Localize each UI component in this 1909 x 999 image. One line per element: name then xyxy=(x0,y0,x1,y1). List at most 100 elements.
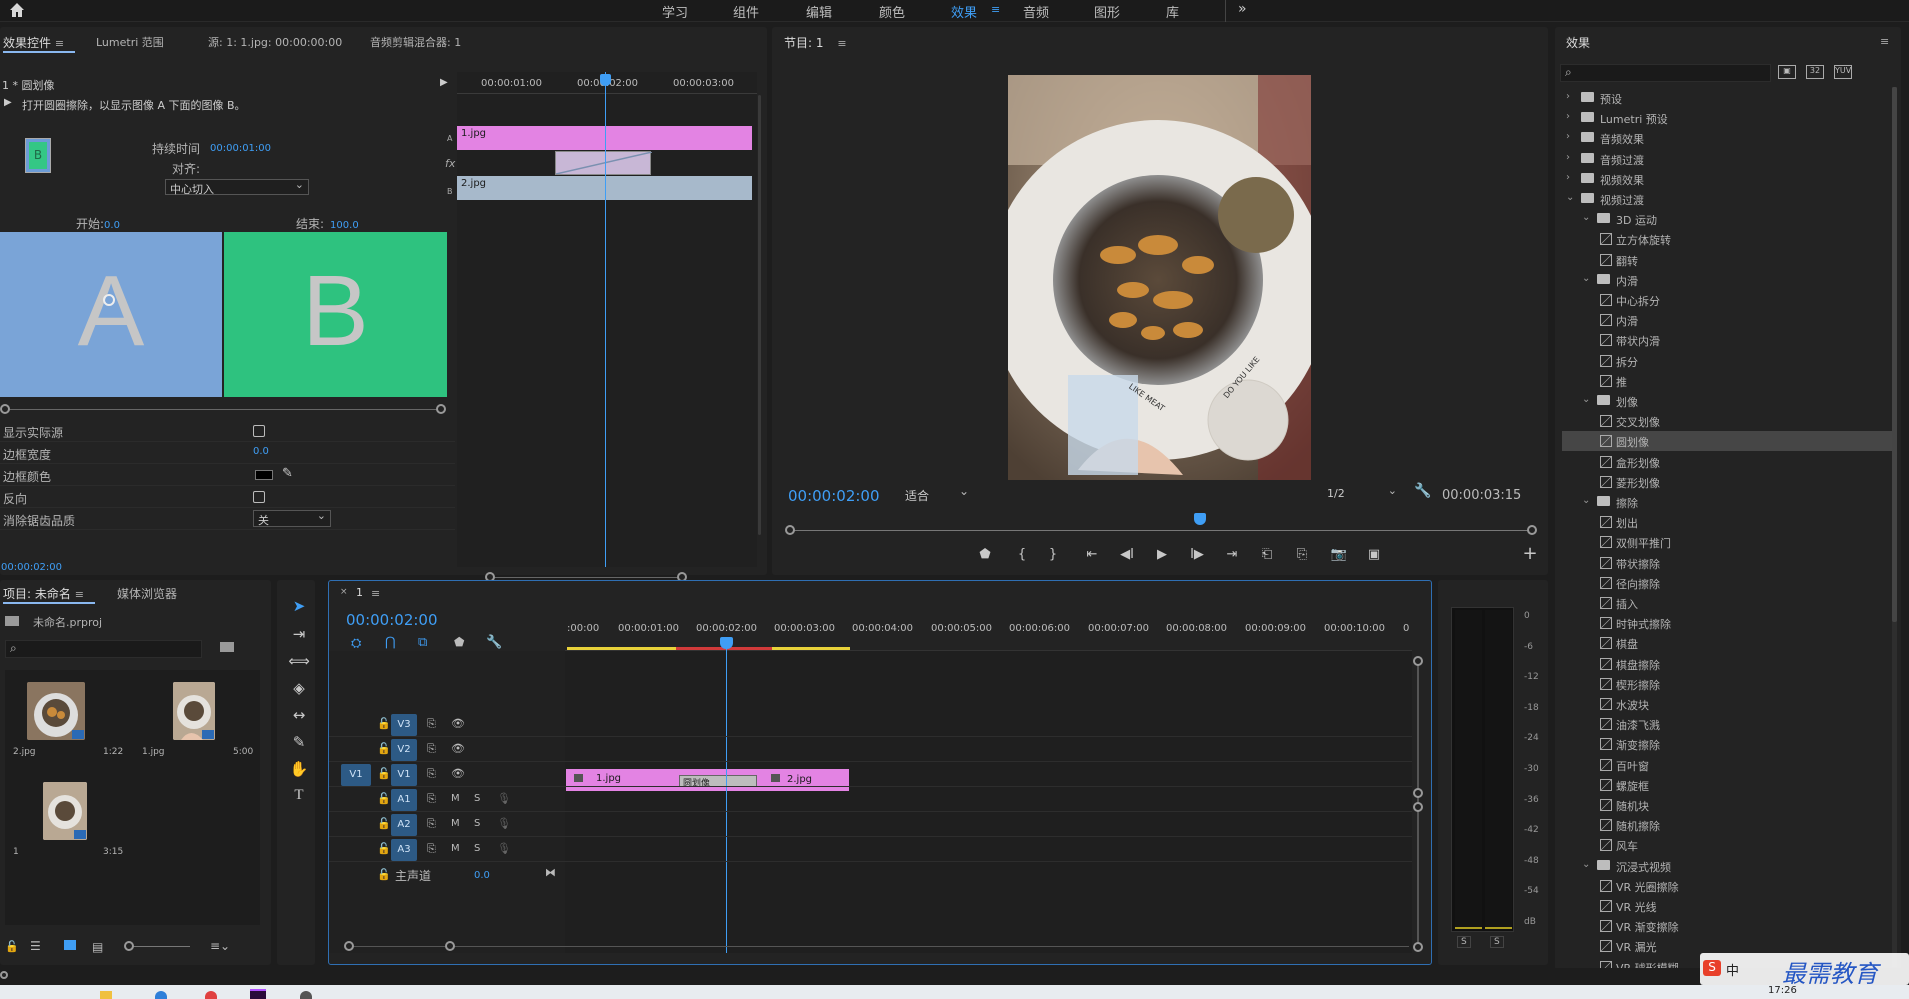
mute-button[interactable]: M xyxy=(451,793,460,804)
track-lock-icon[interactable]: 🔓 xyxy=(377,742,391,755)
start-value[interactable]: 0.0 xyxy=(104,220,120,231)
microphone-icon[interactable]: 🎙 xyxy=(497,842,511,855)
slip-tool-icon[interactable]: ↔ xyxy=(287,706,311,728)
effects-tree-item[interactable]: 水波块 xyxy=(1562,694,1892,714)
preview-a[interactable]: A xyxy=(0,232,222,397)
play-transition-button[interactable]: ▶ xyxy=(440,77,448,88)
taskbar-app-icon[interactable] xyxy=(205,991,217,999)
effects-tree-item[interactable]: ⌄ 沉浸式视频 xyxy=(1562,856,1892,876)
extract-icon[interactable]: ⎘ xyxy=(1292,547,1312,562)
effects-tree-item[interactable]: ⌄ 擦除 xyxy=(1562,492,1892,512)
sort-icon[interactable]: ≡⌄ xyxy=(210,939,230,953)
mini-scrollbar[interactable] xyxy=(491,577,681,578)
workspace-tab[interactable]: 组件 xyxy=(733,2,759,21)
hand-tool-icon[interactable]: ✋ xyxy=(287,760,311,782)
effects-tree-item[interactable]: 螺旋框 xyxy=(1562,775,1892,795)
scroll-right-handle[interactable] xyxy=(436,404,446,414)
settings-wrench-icon[interactable]: 🔧 xyxy=(1414,483,1431,499)
sync-lock-icon[interactable]: ⎘ xyxy=(427,742,436,756)
workspace-tab[interactable]: 音频 xyxy=(1023,2,1049,21)
effects-tree-item[interactable]: ⌄ 划像 xyxy=(1562,391,1892,411)
color-swatch[interactable] xyxy=(255,470,273,480)
mark-out-icon[interactable]: } xyxy=(1043,547,1063,562)
close-tab-icon[interactable]: × xyxy=(340,587,348,597)
mark-in-icon[interactable]: { xyxy=(1012,547,1032,562)
effects-tree-item[interactable]: ⌄ 视频过渡 xyxy=(1562,189,1892,209)
play-icon[interactable]: ▶ xyxy=(1152,547,1172,562)
scrubber-left-handle[interactable] xyxy=(785,525,795,535)
type-tool-icon[interactable]: T xyxy=(287,787,311,809)
effects-tree-item[interactable]: 带状内滑 xyxy=(1562,330,1892,350)
tab-project[interactable]: 项目: 未命名 ≡ xyxy=(3,585,84,602)
effects-tree-item[interactable]: 圆划像 xyxy=(1562,431,1892,452)
yuv-effects-icon[interactable]: YUV xyxy=(1834,65,1852,79)
go-to-next-keyframe-icon[interactable]: ⧓ xyxy=(545,866,556,879)
eye-icon[interactable]: 👁 xyxy=(451,717,465,730)
duration-value[interactable]: 00:00:01:00 xyxy=(210,143,271,154)
workspace-tab[interactable]: 颜色 xyxy=(879,2,905,21)
hscroll-right-handle[interactable] xyxy=(445,941,455,951)
export-frame-icon[interactable]: 📷 xyxy=(1329,547,1349,562)
track-select-tool-icon[interactable]: ⇥ xyxy=(287,625,311,647)
effects-tree-item[interactable]: 插入 xyxy=(1562,593,1892,613)
effects-tree-item[interactable]: 推 xyxy=(1562,371,1892,391)
scrubber-right-handle[interactable] xyxy=(1527,525,1537,535)
panel-menu-icon[interactable]: ≡ xyxy=(75,588,84,601)
vscroll-top-handle[interactable] xyxy=(1413,656,1423,666)
selection-tool-icon[interactable]: ➤ xyxy=(287,597,311,619)
go-to-in-icon[interactable]: ⇤ xyxy=(1082,547,1102,562)
effects-tree-item[interactable]: › 视频效果 xyxy=(1562,169,1892,189)
taskbar-app-icon[interactable] xyxy=(155,991,167,999)
home-icon[interactable] xyxy=(8,1,26,19)
go-to-out-icon[interactable]: ⇥ xyxy=(1222,547,1242,562)
effects-tree-item[interactable]: ⌄ 内滑 xyxy=(1562,270,1892,290)
taskbar-app-icon[interactable] xyxy=(100,991,112,999)
pen-tool-icon[interactable]: ✎ xyxy=(287,733,311,755)
workspace-tab[interactable]: 学习 xyxy=(662,2,688,21)
zoom-slider-handle[interactable] xyxy=(124,941,134,951)
track-lock-icon[interactable]: 🔓 xyxy=(377,792,391,805)
effects-tree-item[interactable]: VR 光线 xyxy=(1562,896,1892,916)
property-value[interactable]: 0.0 xyxy=(253,446,269,457)
eyedropper-icon[interactable]: ✎ xyxy=(282,466,293,481)
list-view-icon[interactable]: ☰ xyxy=(30,939,41,953)
ripple-edit-tool-icon[interactable]: ⟺ xyxy=(287,652,311,674)
tab-program[interactable]: 节目: 1 ≡ xyxy=(784,34,847,51)
taskbar-app-icon[interactable] xyxy=(300,991,312,999)
chevron-down-icon[interactable]: ⌄ xyxy=(1582,495,1590,506)
solo-button[interactable]: S xyxy=(474,818,480,829)
effects-tree-item[interactable]: 内滑 xyxy=(1562,310,1892,330)
eye-icon[interactable]: 👁 xyxy=(451,767,465,780)
track-lock-icon[interactable]: 🔓 xyxy=(377,817,391,830)
effects-tree-item[interactable]: 翻转 xyxy=(1562,250,1892,270)
effects-tree-item[interactable]: 棋盘 xyxy=(1562,633,1892,653)
chevron-right-icon[interactable]: › xyxy=(1566,172,1570,183)
accelerated-effects-icon[interactable]: ▣ xyxy=(1778,65,1796,79)
chevron-right-icon[interactable]: › xyxy=(1566,91,1570,102)
workspace-tab[interactable]: 库 xyxy=(1166,2,1179,21)
workspace-tab[interactable]: 图形 xyxy=(1094,2,1120,21)
microphone-icon[interactable]: 🎙 xyxy=(497,792,511,805)
property-dropdown[interactable]: 关 xyxy=(253,509,331,527)
project-item-thumb[interactable] xyxy=(27,682,85,740)
sync-lock-icon[interactable]: ⎘ xyxy=(427,717,436,731)
zoom-slider[interactable] xyxy=(128,946,190,947)
track-target-button[interactable]: A3 xyxy=(391,839,417,861)
chevron-right-icon[interactable]: › xyxy=(1566,111,1570,122)
track-target-button[interactable]: A1 xyxy=(391,789,417,811)
effects-tree-item[interactable]: 拆分 xyxy=(1562,351,1892,371)
effects-tree-item[interactable]: 径向擦除 xyxy=(1562,573,1892,593)
hscroll-left-handle[interactable] xyxy=(344,941,354,951)
effects-tree-item[interactable]: 风车 xyxy=(1562,835,1892,855)
32bit-effects-icon[interactable]: 32 xyxy=(1806,65,1824,79)
tab-audio-clip-mixer[interactable]: 音频剪辑混合器: 1 xyxy=(370,34,461,50)
step-forward-icon[interactable]: I▶ xyxy=(1187,547,1207,562)
property-checkbox[interactable] xyxy=(253,491,265,503)
effects-tree-item[interactable]: VR 渐变擦除 xyxy=(1562,916,1892,936)
taskbar-premiere-icon[interactable] xyxy=(250,989,266,999)
chevron-down-icon[interactable]: ⌄ xyxy=(1582,394,1590,405)
mute-button[interactable]: M xyxy=(451,818,460,829)
lift-icon[interactable]: ⎗ xyxy=(1257,547,1277,562)
track-target-button[interactable]: V2 xyxy=(391,739,417,761)
workspace-tab[interactable]: 效果 xyxy=(951,2,977,21)
